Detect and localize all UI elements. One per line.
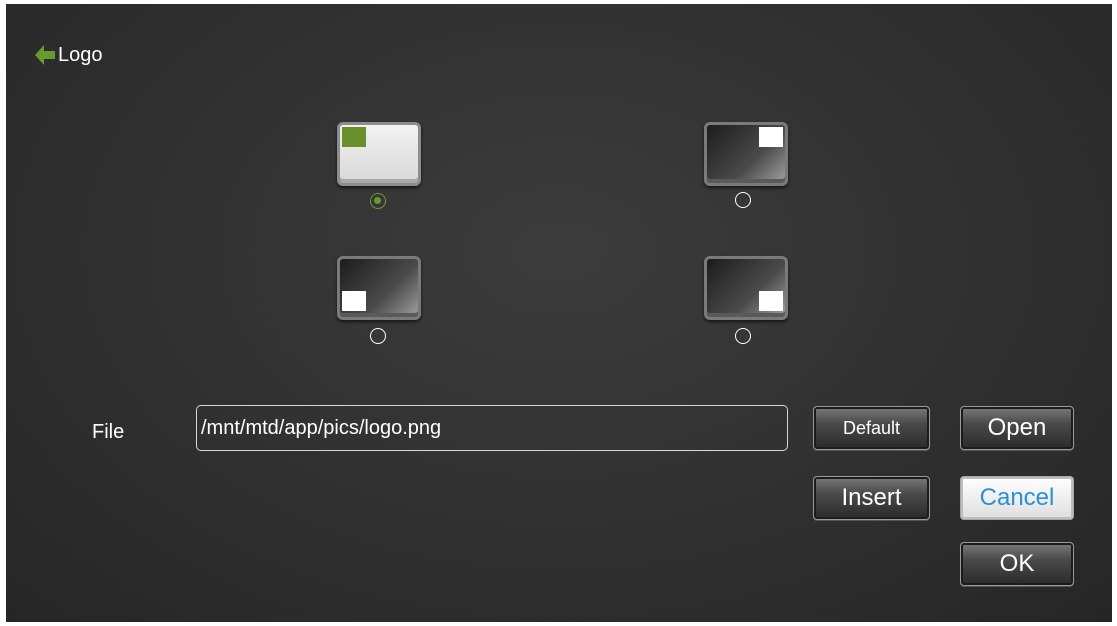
logo-marker <box>342 291 366 311</box>
default-button[interactable]: Default <box>813 406 930 450</box>
file-path-input[interactable] <box>196 405 788 451</box>
logo-settings-screen: Logo File Default Open Insert Cancel OK <box>6 4 1112 622</box>
ok-button[interactable]: OK <box>960 542 1074 586</box>
position-radio-top-right[interactable] <box>735 192 751 208</box>
position-tile-top-right[interactable] <box>704 122 788 186</box>
open-button[interactable]: Open <box>960 406 1074 450</box>
logo-marker <box>759 291 783 311</box>
logo-marker <box>759 127 783 147</box>
page-title: Logo <box>58 44 103 66</box>
position-tile-top-left[interactable] <box>337 122 421 186</box>
position-tile-bottom-right[interactable] <box>704 256 788 320</box>
cancel-button[interactable]: Cancel <box>960 476 1074 520</box>
position-radio-top-left[interactable] <box>370 193 386 209</box>
logo-marker <box>342 127 366 147</box>
file-label: File <box>92 421 125 443</box>
position-radio-bottom-right[interactable] <box>735 328 751 344</box>
insert-button[interactable]: Insert <box>813 476 930 520</box>
back-arrow-icon[interactable] <box>33 42 57 68</box>
position-tile-bottom-left[interactable] <box>337 256 421 320</box>
position-radio-bottom-left[interactable] <box>370 328 386 344</box>
